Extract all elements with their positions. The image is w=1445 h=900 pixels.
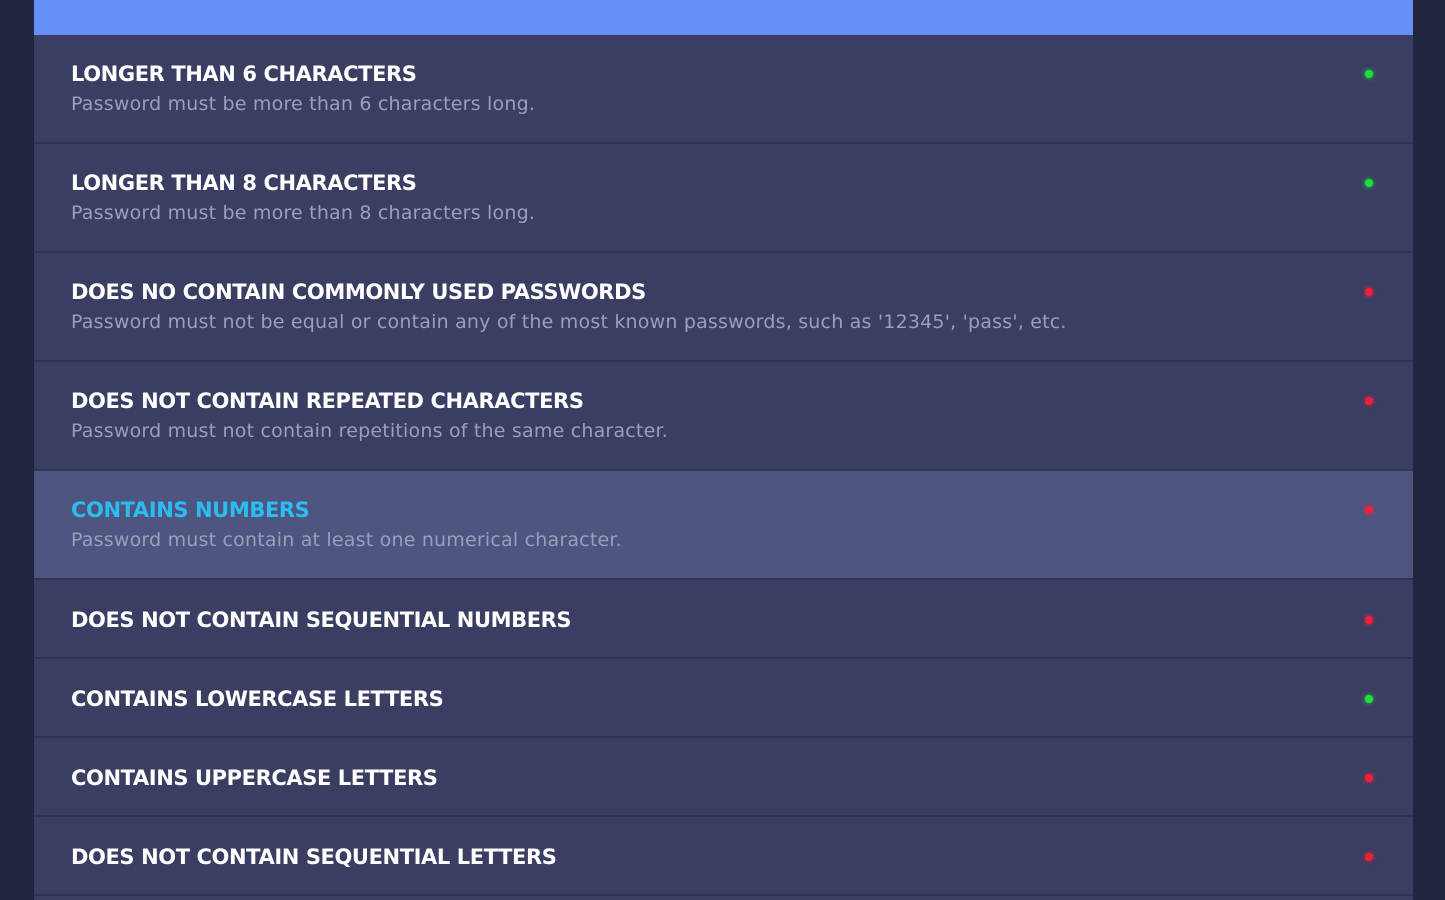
status-dot-icon [1365, 774, 1373, 782]
rule-description: Password must be more than 6 characters … [71, 93, 536, 115]
rule-list: LONGER THAN 6 CHARACTERS Password must b… [34, 35, 1413, 896]
rule-title: DOES NOT CONTAIN SEQUENTIAL NUMBERS [71, 608, 572, 632]
status-dot-icon [1365, 179, 1373, 187]
password-rules-panel: LONGER THAN 6 CHARACTERS Password must b… [34, 0, 1413, 900]
rule-title: CONTAINS LOWERCASE LETTERS [71, 687, 444, 711]
rule-title: LONGER THAN 6 CHARACTERS [71, 62, 417, 86]
status-dot-icon [1365, 397, 1373, 405]
rule-item-lowercase-letters[interactable]: CONTAINS LOWERCASE LETTERS [34, 659, 1413, 738]
rule-title: DOES NO CONTAIN COMMONLY USED PASSWORDS [71, 280, 646, 304]
rule-description: Password must contain at least one numer… [71, 529, 622, 551]
header-bar [34, 0, 1413, 35]
rule-title: CONTAINS NUMBERS [71, 498, 310, 522]
rule-title: CONTAINS UPPERCASE LETTERS [71, 766, 438, 790]
rule-item-sequential-letters[interactable]: DOES NOT CONTAIN SEQUENTIAL LETTERS [34, 817, 1413, 896]
rule-title: LONGER THAN 8 CHARACTERS [71, 171, 417, 195]
rule-item-common-passwords[interactable]: DOES NO CONTAIN COMMONLY USED PASSWORDS … [34, 253, 1413, 362]
rule-item-sequential-numbers[interactable]: DOES NOT CONTAIN SEQUENTIAL NUMBERS [34, 580, 1413, 659]
status-dot-icon [1365, 695, 1373, 703]
rule-description: Password must not be equal or contain an… [71, 311, 1067, 333]
rule-description: Password must not contain repetitions of… [71, 420, 668, 442]
rule-description: Password must be more than 8 characters … [71, 202, 536, 224]
status-dot-icon [1365, 288, 1373, 296]
rule-item-uppercase-letters[interactable]: CONTAINS UPPERCASE LETTERS [34, 738, 1413, 817]
rule-title: DOES NOT CONTAIN REPEATED CHARACTERS [71, 389, 584, 413]
rule-item-repeated-characters[interactable]: DOES NOT CONTAIN REPEATED CHARACTERS Pas… [34, 362, 1413, 471]
rule-item-contains-numbers[interactable]: CONTAINS NUMBERS Password must contain a… [34, 471, 1413, 580]
rule-item-longer-than-8[interactable]: LONGER THAN 8 CHARACTERS Password must b… [34, 144, 1413, 253]
rule-item-longer-than-6[interactable]: LONGER THAN 6 CHARACTERS Password must b… [34, 35, 1413, 144]
status-dot-icon [1365, 616, 1373, 624]
status-dot-icon [1365, 853, 1373, 861]
status-dot-icon [1365, 70, 1373, 78]
rule-title: DOES NOT CONTAIN SEQUENTIAL LETTERS [71, 845, 557, 869]
status-dot-icon [1365, 506, 1373, 514]
